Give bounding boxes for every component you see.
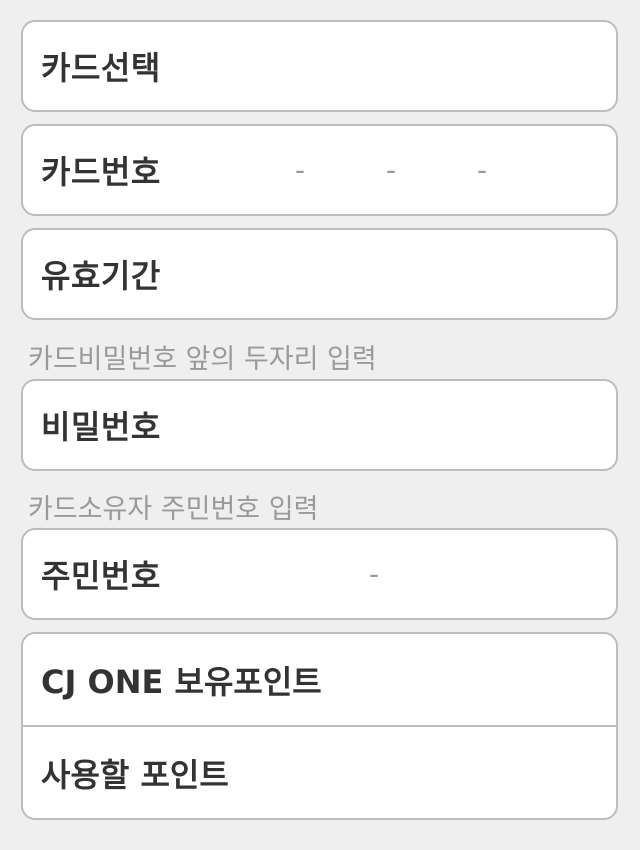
password-hint: 카드비밀번호 앞의 두자리 입력 (28, 344, 377, 375)
card-select-field[interactable]: 카드선택 (21, 20, 618, 112)
use-points-row[interactable]: 사용할 포인트 (23, 725, 616, 818)
expiry-field[interactable]: 유효기간 (21, 228, 618, 320)
points-group: CJ ONE 보유포인트 사용할 포인트 (21, 632, 618, 820)
resident-number-hint: 카드소유자 주민번호 입력 (28, 494, 319, 525)
password-field[interactable]: 비밀번호 (21, 379, 618, 471)
card-number-separator-3: - (477, 153, 488, 187)
card-number-label: 카드번호 (41, 153, 161, 191)
use-points-label: 사용할 포인트 (41, 755, 229, 794)
owned-points-label: CJ ONE 보유포인트 (41, 662, 322, 701)
password-label: 비밀번호 (41, 408, 161, 446)
owned-points-row: CJ ONE 보유포인트 (23, 634, 616, 725)
resident-number-field[interactable]: 주민번호 - (21, 528, 618, 620)
card-select-label: 카드선택 (41, 49, 161, 87)
card-number-separator-2: - (386, 153, 397, 187)
card-number-field[interactable]: 카드번호 - - - (21, 124, 618, 216)
expiry-label: 유효기간 (41, 257, 161, 295)
card-number-separator-1: - (295, 153, 306, 187)
payment-form: 카드선택 카드번호 - - - 유효기간 카드비밀번호 앞의 두자리 입력 비밀… (0, 0, 640, 850)
resident-number-separator: - (369, 557, 380, 591)
resident-number-label: 주민번호 (41, 557, 161, 595)
